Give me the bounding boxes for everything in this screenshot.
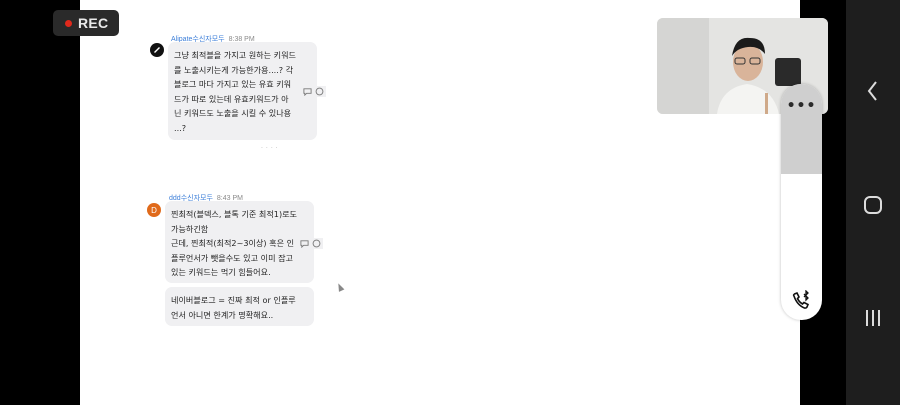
message-line: 플루언서가 뺏을수도 있고 이미 잡고: [171, 252, 293, 263]
message-bubble[interactable]: 네이버블로그 = 진짜 최적 or 인플루 언서 아니면 한계가 명확해요..: [165, 287, 314, 326]
more-icon[interactable]: •••: [781, 98, 822, 114]
message-line: 찐최적(블덱스, 블톡 기준 최적1)로도: [171, 209, 298, 219]
reply-icon[interactable]: [303, 87, 312, 96]
back-icon[interactable]: [846, 80, 900, 102]
avatar-glyph-icon: [154, 47, 160, 53]
message-line: 드가 따로 있는데 유효키워드가 아: [174, 93, 289, 104]
reaction-icon[interactable]: [312, 239, 321, 248]
reaction-icon[interactable]: [315, 87, 324, 96]
phone-bluetooth-icon[interactable]: [789, 289, 813, 314]
letterbox-left: [0, 0, 80, 405]
message-line: 를 노출시키는게 가능한가용....? 각: [174, 64, 294, 75]
message-line: 있는 키워드는 먹기 힘들어요.: [171, 267, 271, 278]
more-replies-indicator: ····: [261, 145, 281, 152]
mouse-cursor: [335, 282, 345, 292]
home-icon[interactable]: [846, 195, 900, 215]
sender-avatar-ddd[interactable]: D: [147, 203, 161, 217]
message-line: 언서 아니면 한계가 명확해요..: [171, 309, 274, 320]
message-line: 그냥 최적블을 가지고 원하는 키워드: [174, 50, 296, 60]
recents-icon[interactable]: [846, 309, 900, 327]
sender-avatar-alipate[interactable]: [150, 43, 164, 57]
system-navigation-bar: [846, 0, 900, 405]
message-hover-actions: [301, 86, 326, 97]
floating-call-panel: •••: [781, 84, 822, 320]
record-dot-icon: [65, 19, 72, 27]
avatar-letter: D: [151, 205, 157, 215]
message-bubble[interactable]: 찐최적(블덱스, 블톡 기준 최적1)로도 가능하긴함 근데, 찐최적(최적2~…: [165, 201, 314, 283]
message-line: 근데, 찐최적(최적2~3이상) 혹은 인: [171, 238, 295, 249]
message-line: 닌 키워드도 노출을 시킬 수 있나용: [174, 108, 292, 119]
message-hover-actions: [298, 238, 323, 249]
message-bubble[interactable]: 그냥 최적블을 가지고 원하는 키워드 를 노출시키는게 가능한가용....? …: [168, 42, 317, 140]
message-line: ...?: [174, 122, 187, 133]
recording-label: REC: [78, 15, 109, 31]
recording-indicator: REC: [53, 10, 119, 36]
message-line: 네이버블로그 = 진짜 최적 or 인플루: [171, 295, 296, 305]
reply-icon[interactable]: [300, 239, 309, 248]
message-line: 가능하긴함: [171, 223, 209, 234]
message-line: 블로그 마다 가지고 있는 유효 키워: [174, 79, 292, 90]
